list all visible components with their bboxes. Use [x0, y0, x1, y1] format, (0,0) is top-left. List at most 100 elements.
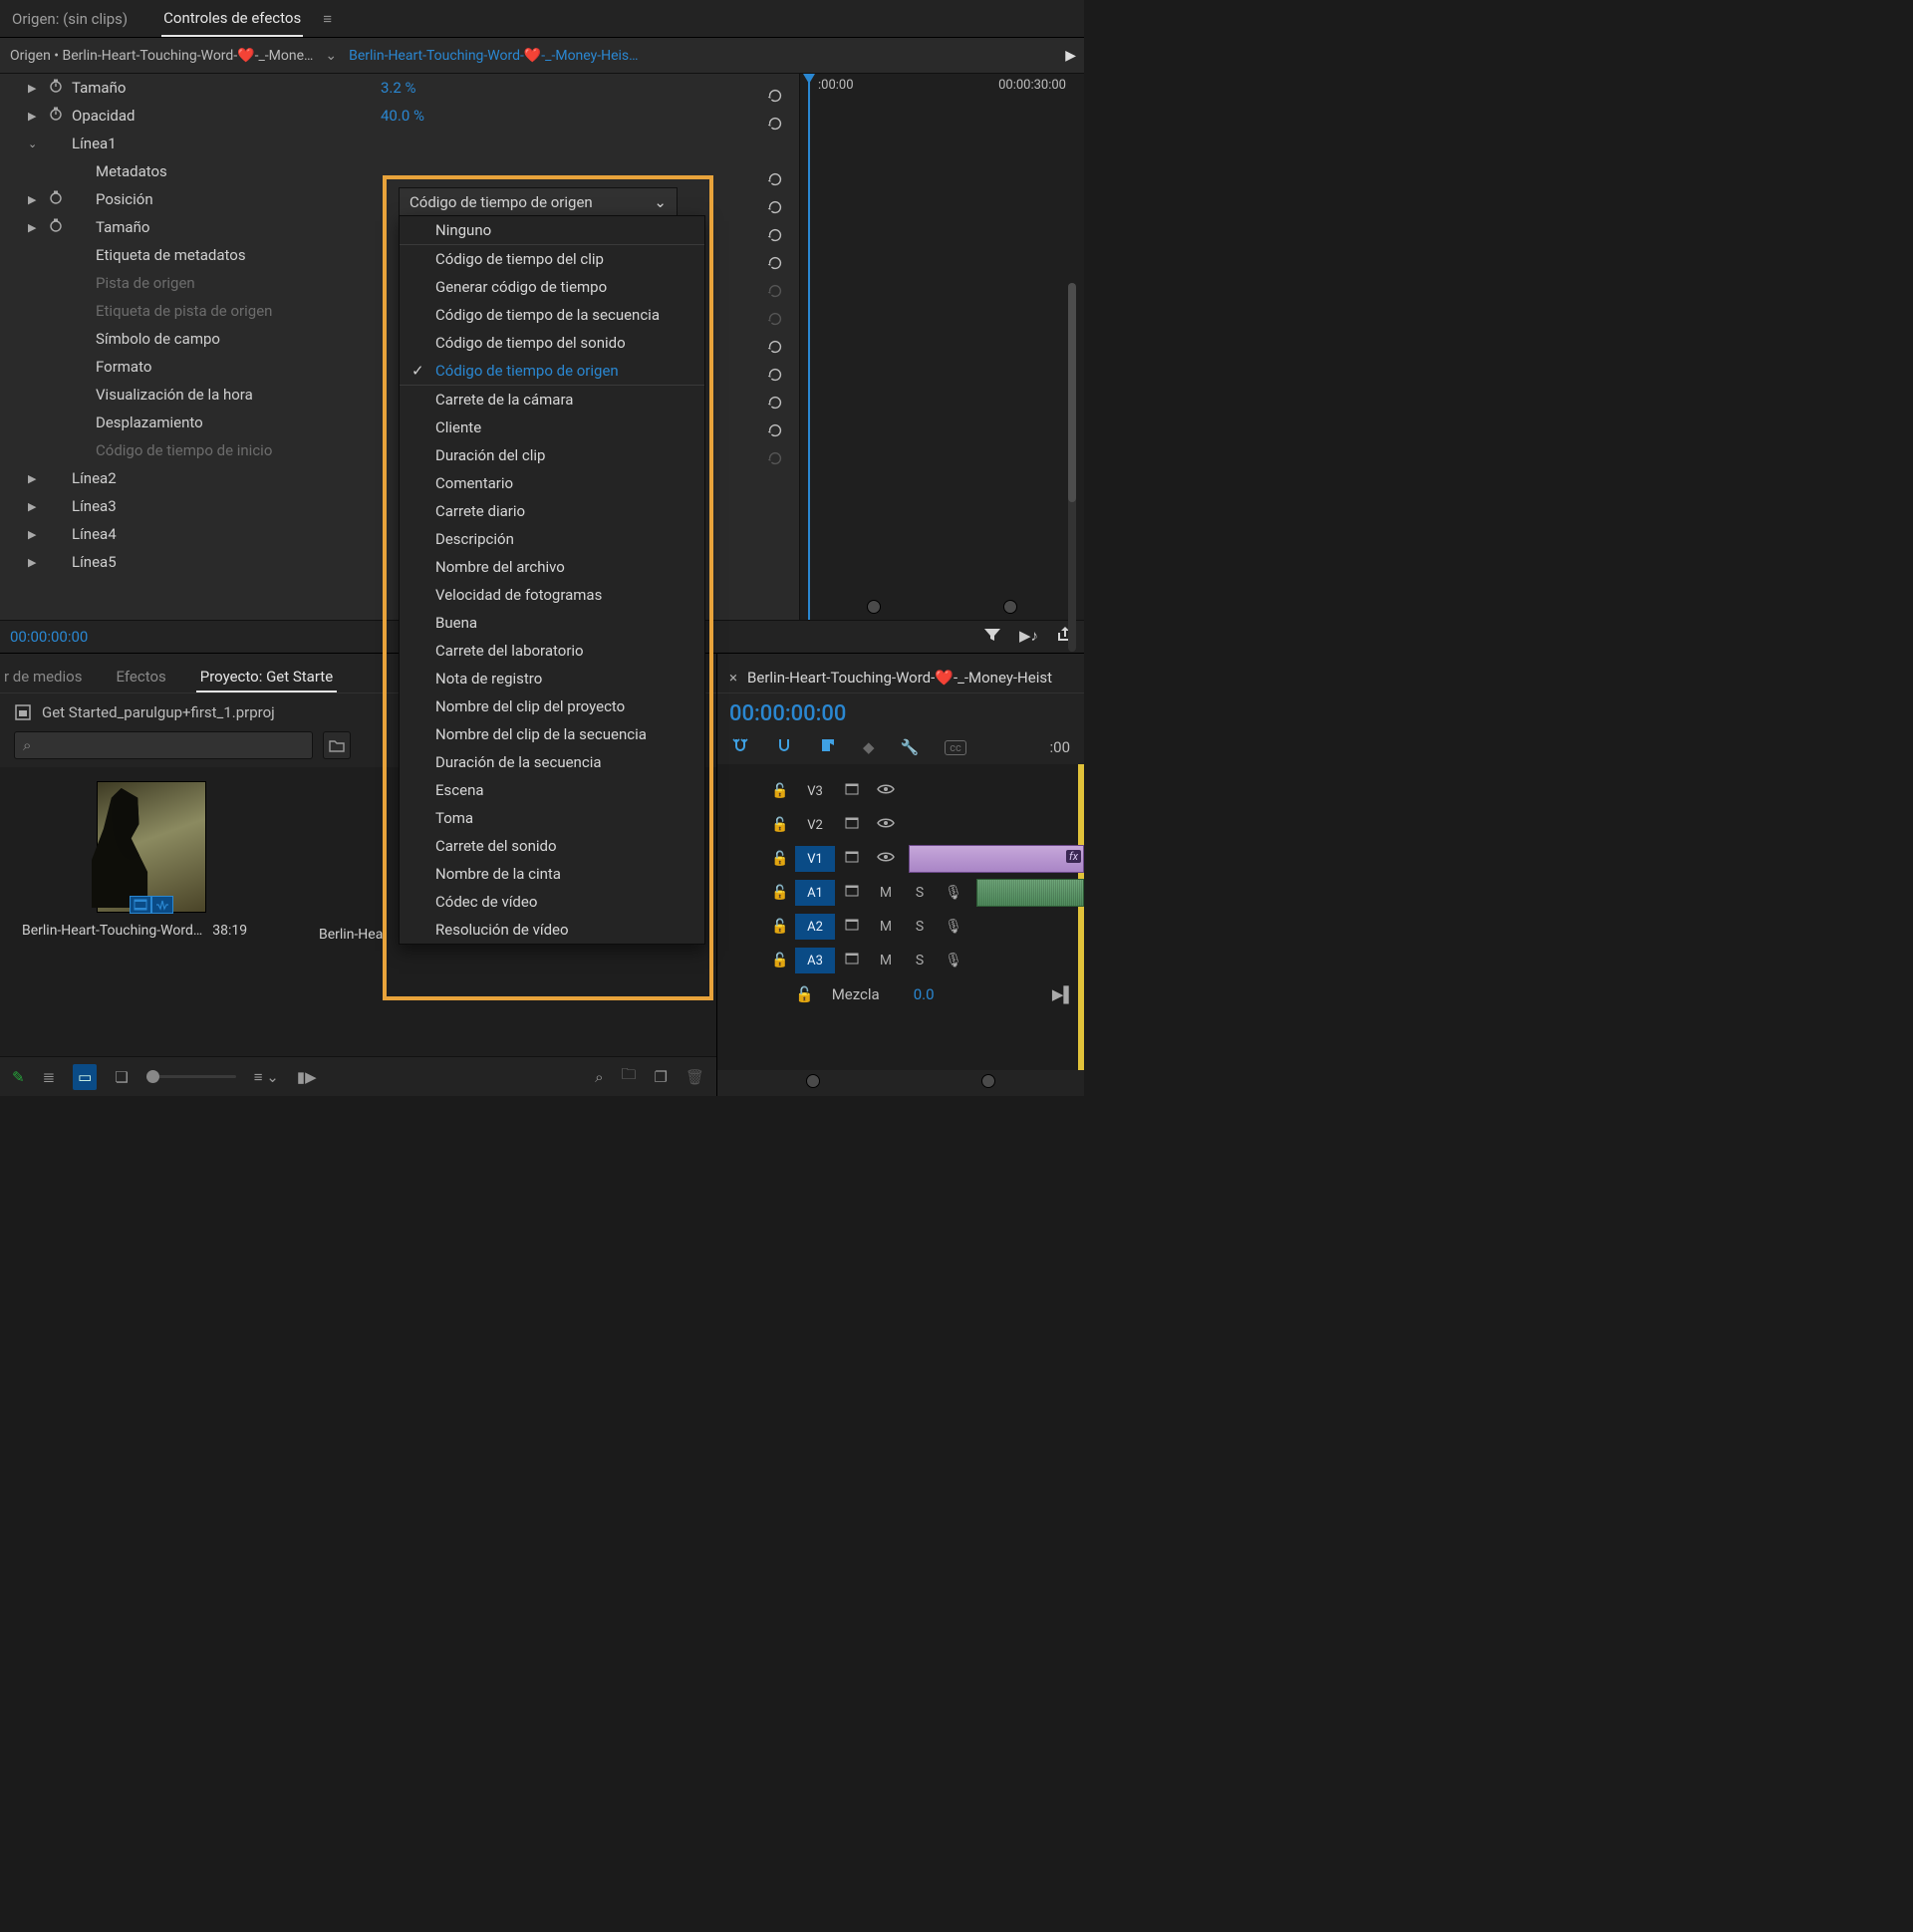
dropdown-item[interactable]: Descripción [400, 525, 704, 553]
sequence-tracks[interactable]: 🔓V3 🔓V2 🔓V1fx 🔓A1MS🎙 🔓A2MS🎙 🔓A3MS🎙 🔓 Mez… [717, 764, 1084, 1070]
tab-project[interactable]: Proyecto: Get Starte [196, 662, 337, 692]
close-tab-icon[interactable]: × [729, 669, 737, 687]
timeline-zoom-scroll[interactable] [806, 600, 1078, 614]
twirl-down-icon[interactable]: ⌄ [28, 138, 48, 150]
reset-button[interactable] [761, 110, 789, 138]
stopwatch-icon[interactable] [48, 189, 72, 209]
dropdown-item[interactable]: Comentario [400, 469, 704, 497]
track-mix[interactable]: 🔓 Mezcla 0.0 ▶▌ [717, 977, 1084, 1011]
track-a1[interactable]: 🔓A1MS🎙 [717, 876, 1084, 910]
tab-origin[interactable]: Origen: (sin clips) [10, 2, 130, 36]
source-clip-name[interactable]: Berlin-Heart-Touching-Word-❤️-_-Money-He… [349, 48, 638, 64]
slider-knob[interactable] [146, 1070, 159, 1083]
sort-menu-icon[interactable]: ≡ ⌄ [254, 1068, 279, 1086]
tab-effect-controls[interactable]: Controles de efectos [161, 1, 303, 37]
goto-next-icon[interactable]: ▶♪ [1019, 627, 1038, 647]
sync-lock-icon[interactable] [835, 951, 869, 970]
lock-icon[interactable]: 🔓 [795, 985, 814, 1003]
sync-lock-icon[interactable] [835, 815, 869, 835]
track-label[interactable]: A3 [795, 948, 835, 973]
marker-icon[interactable]: ◆ [863, 738, 875, 756]
param-value[interactable]: 40.0 % [381, 107, 424, 125]
track-label[interactable]: V3 [795, 778, 835, 804]
lock-icon[interactable]: 🔓 [765, 953, 795, 968]
sequence-zoom-scroll[interactable] [717, 1070, 1084, 1096]
solo-button[interactable]: S [903, 953, 937, 968]
new-bin-button[interactable] [323, 731, 351, 759]
sequence-tab-title[interactable]: Berlin-Heart-Touching-Word-❤️-_-Money-He… [747, 669, 1052, 687]
play-icon[interactable]: ▶ [1065, 48, 1076, 64]
scroll-thumb-right[interactable] [981, 1074, 995, 1088]
dropdown-item[interactable]: Códec de vídeo [400, 888, 704, 916]
eye-icon[interactable] [869, 816, 903, 834]
reset-button[interactable] [761, 416, 789, 444]
mix-value[interactable]: 0.0 [914, 985, 935, 1003]
icon-view-icon[interactable]: ▭ [73, 1064, 97, 1090]
project-clip-card[interactable]: Berlin-Heart-Touching-Word… 38:19 [22, 781, 281, 1042]
stopwatch-icon[interactable] [48, 217, 72, 237]
dropdown-item[interactable]: Nota de registro [400, 665, 704, 692]
reset-button[interactable] [761, 361, 789, 389]
captions-icon[interactable]: cc [945, 740, 966, 755]
param-linea1[interactable]: ⌄ Línea1 [0, 130, 799, 157]
sync-lock-icon[interactable] [835, 917, 869, 937]
stopwatch-icon[interactable] [48, 78, 72, 98]
sync-lock-icon[interactable] [835, 849, 869, 869]
reset-button[interactable] [761, 82, 789, 110]
scroll-thumb-left[interactable] [867, 600, 881, 614]
track-label[interactable]: V2 [795, 812, 835, 838]
lock-icon[interactable]: 🔓 [765, 851, 795, 867]
eye-icon[interactable] [869, 850, 903, 868]
track-label[interactable]: A1 [795, 880, 835, 906]
dropdown-item-selected[interactable]: Código de tiempo de origen [400, 357, 704, 386]
reset-button[interactable] [761, 249, 789, 277]
goto-end-icon[interactable]: ▶▌ [1052, 985, 1074, 1003]
playhead[interactable] [808, 74, 810, 620]
lock-icon[interactable]: 🔓 [765, 885, 795, 901]
chevron-down-icon[interactable]: ⌄ [325, 48, 337, 64]
dropdown-item[interactable]: Buena [400, 609, 704, 637]
dropdown-item[interactable]: Duración de la secuencia [400, 748, 704, 776]
dropdown-item[interactable]: Ninguno [400, 216, 704, 245]
mic-icon[interactable]: 🎙 [937, 919, 970, 935]
search-input[interactable]: ⌕ [14, 731, 313, 759]
track-a3[interactable]: 🔓A3MS🎙 [717, 944, 1084, 977]
video-clip[interactable]: fx [909, 845, 1084, 873]
dropdown-item[interactable]: Velocidad de fotogramas [400, 581, 704, 609]
twirl-icon[interactable]: ▶ [28, 528, 48, 541]
track-label[interactable]: A2 [795, 914, 835, 940]
dropdown-item[interactable]: Carrete del laboratorio [400, 637, 704, 665]
keyframe-timeline[interactable]: :00:00 00:00:30:00 [799, 74, 1084, 620]
sync-lock-icon[interactable] [835, 781, 869, 801]
dropdown-item[interactable]: Toma [400, 804, 704, 832]
solo-button[interactable]: S [903, 919, 937, 935]
mute-button[interactable]: M [869, 885, 903, 901]
twirl-icon[interactable]: ▶ [28, 472, 48, 485]
twirl-icon[interactable]: ▶ [28, 82, 48, 95]
dropdown-item[interactable]: Nombre de la cinta [400, 860, 704, 888]
param-opacidad[interactable]: ▶ Opacidad 40.0 % [0, 102, 799, 130]
thumbnail-size-slider[interactable] [146, 1075, 236, 1078]
new-item-icon[interactable]: ❐ [655, 1068, 668, 1086]
snap-icon[interactable] [731, 736, 749, 758]
dropdown-item[interactable]: Duración del clip [400, 441, 704, 469]
twirl-icon[interactable]: ▶ [28, 556, 48, 569]
eye-icon[interactable] [869, 782, 903, 800]
track-label[interactable]: V1 [795, 846, 835, 872]
dropdown-item[interactable]: Nombre del clip de la secuencia [400, 720, 704, 748]
track-v2[interactable]: 🔓V2 [717, 808, 1084, 842]
dropdown-item[interactable]: Carrete de la cámara [400, 386, 704, 414]
add-marker-icon[interactable] [819, 736, 837, 758]
dropdown-item[interactable]: Código de tiempo del clip [400, 245, 704, 273]
scroll-thumb-left[interactable] [806, 1074, 820, 1088]
param-metadatos[interactable]: Metadatos [0, 157, 799, 185]
param-tamano[interactable]: ▶ Tamaño 3.2 % [0, 74, 799, 102]
track-v3[interactable]: 🔓V3 [717, 774, 1084, 808]
mic-icon[interactable]: 🎙 [937, 885, 970, 901]
vertical-scrollbar[interactable] [1068, 283, 1076, 652]
current-timecode[interactable]: 00:00:00:00 [10, 628, 88, 646]
reset-button[interactable] [761, 333, 789, 361]
pencil-icon[interactable]: ✎ [12, 1068, 25, 1086]
dropdown-item[interactable]: Nombre del clip del proyecto [400, 692, 704, 720]
dropdown-item[interactable]: Código de tiempo del sonido [400, 329, 704, 357]
